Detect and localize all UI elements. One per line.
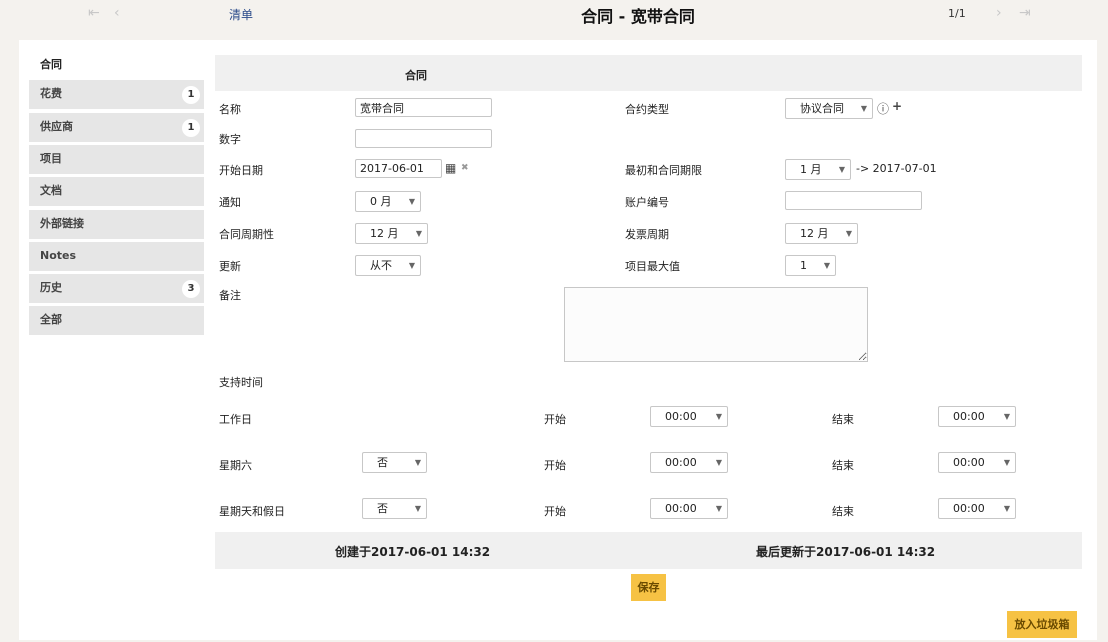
saturday-label: 星期六 <box>219 459 252 472</box>
saturday-start-label: 开始 <box>544 459 566 472</box>
contract-type-label: 合约类型 <box>625 103 669 116</box>
account-number-input[interactable] <box>785 191 922 210</box>
notice-select[interactable]: 0 月 ▼ <box>355 191 421 212</box>
workday-start-select[interactable]: 00:00 ▼ <box>650 406 728 427</box>
support-hours-label: 支持时间 <box>219 376 263 389</box>
saturday-end-select[interactable]: 00:00 ▼ <box>938 452 1016 473</box>
workday-end-label: 结束 <box>832 413 854 426</box>
comment-textarea[interactable] <box>564 287 868 362</box>
sidebar-item-expenses[interactable]: 花费 1 <box>29 80 204 109</box>
saturday-end-label: 结束 <box>832 459 854 472</box>
sidebar-item-notes[interactable]: Notes <box>29 242 204 271</box>
contract-type-select[interactable]: 协议合同 ▼ <box>785 98 873 119</box>
billing-period-label: 发票周期 <box>625 228 669 241</box>
chevron-down-icon: ▼ <box>715 458 722 467</box>
chevron-down-icon: ▼ <box>414 458 421 467</box>
chevron-down-icon: ▼ <box>838 165 845 174</box>
sidebar-item-documents[interactable]: 文档 <box>29 177 204 206</box>
chevron-down-icon: ▼ <box>414 504 421 513</box>
previous-page-icon[interactable]: ‹ <box>114 5 120 21</box>
workday-end-select[interactable]: 00:00 ▼ <box>938 406 1016 427</box>
periodicity-select[interactable]: 12 月 ▼ <box>355 223 428 244</box>
info-icon[interactable]: ⓘ <box>877 100 889 117</box>
last-page-icon[interactable]: ⇥ <box>1019 5 1031 21</box>
saturday-select[interactable]: 否 ▼ <box>362 452 427 473</box>
sunday-holiday-select[interactable]: 否 ▼ <box>362 498 427 519</box>
chevron-down-icon: ▼ <box>408 197 415 206</box>
sunday-start-label: 开始 <box>544 505 566 518</box>
chevron-down-icon: ▼ <box>408 261 415 270</box>
sidebar-item-history[interactable]: 历史 3 <box>29 274 204 303</box>
number-label: 数字 <box>219 133 241 146</box>
created-timestamp: 创建于2017-06-01 14:32 <box>335 545 491 559</box>
sidebar-item-external-links[interactable]: 外部链接 <box>29 210 204 239</box>
sidebar-item-suppliers[interactable]: 供应商 1 <box>29 113 204 142</box>
count-badge: 1 <box>182 86 200 104</box>
start-date-input[interactable] <box>355 159 442 178</box>
top-navigation: ⇤ ‹ 清单 合同 - 宽带合同 1/1 › ⇥ <box>0 0 1108 30</box>
name-label: 名称 <box>219 103 241 116</box>
sunday-holiday-label: 星期天和假日 <box>219 505 285 518</box>
chevron-down-icon: ▼ <box>715 412 722 421</box>
max-items-label: 项目最大值 <box>625 260 680 273</box>
chevron-down-icon: ▼ <box>415 229 422 238</box>
chevron-down-icon: ▼ <box>845 229 852 238</box>
section-title: 合同 <box>405 69 427 82</box>
account-number-label: 账户编号 <box>625 196 669 209</box>
chevron-down-icon: ▼ <box>1003 412 1010 421</box>
comment-label: 备注 <box>219 289 241 302</box>
sidebar-item-items[interactable]: 项目 <box>29 145 204 174</box>
periodicity-label: 合同周期性 <box>219 228 274 241</box>
page-title: 合同 - 宽带合同 <box>581 7 695 26</box>
sunday-end-select[interactable]: 00:00 ▼ <box>938 498 1016 519</box>
count-badge: 3 <box>182 280 200 298</box>
first-page-icon[interactable]: ⇤ <box>88 5 100 21</box>
chevron-down-icon: ▼ <box>715 504 722 513</box>
number-input[interactable] <box>355 129 492 148</box>
trash-button[interactable]: 放入垃圾箱 <box>1007 611 1077 638</box>
sunday-end-label: 结束 <box>832 505 854 518</box>
clear-icon[interactable]: ✖ <box>461 163 469 173</box>
sidebar-header[interactable]: 合同 <box>40 56 62 72</box>
chevron-down-icon: ▼ <box>823 261 830 270</box>
notice-label: 通知 <box>219 196 241 209</box>
end-date-text: -> 2017-07-01 <box>856 162 937 175</box>
initial-period-select[interactable]: 1 月 ▼ <box>785 159 851 180</box>
max-items-select[interactable]: 1 ▼ <box>785 255 836 276</box>
workday-label: 工作日 <box>219 413 252 426</box>
renewal-label: 更新 <box>219 260 241 273</box>
chevron-down-icon: ▼ <box>1003 504 1010 513</box>
sidebar-item-all[interactable]: 全部 <box>29 306 204 335</box>
count-badge: 1 <box>182 119 200 137</box>
renewal-select[interactable]: 从不 ▼ <box>355 255 421 276</box>
name-input[interactable] <box>355 98 492 117</box>
start-date-label: 开始日期 <box>219 164 263 177</box>
list-link[interactable]: 清单 <box>229 6 253 23</box>
plus-icon[interactable]: + <box>892 99 902 113</box>
workday-start-label: 开始 <box>544 413 566 426</box>
calendar-icon[interactable]: ▦ <box>445 161 456 175</box>
next-page-icon[interactable]: › <box>996 5 1002 21</box>
chevron-down-icon: ▼ <box>1003 458 1010 467</box>
pager-count: 1/1 <box>948 7 966 20</box>
initial-period-label: 最初和合同期限 <box>625 164 702 177</box>
chevron-down-icon: ▼ <box>860 104 867 113</box>
updated-timestamp: 最后更新于2017-06-01 14:32 <box>756 545 936 559</box>
billing-period-select[interactable]: 12 月 ▼ <box>785 223 858 244</box>
sunday-start-select[interactable]: 00:00 ▼ <box>650 498 728 519</box>
section-header-bar <box>215 55 1082 91</box>
save-button[interactable]: 保存 <box>631 574 666 601</box>
saturday-start-select[interactable]: 00:00 ▼ <box>650 452 728 473</box>
